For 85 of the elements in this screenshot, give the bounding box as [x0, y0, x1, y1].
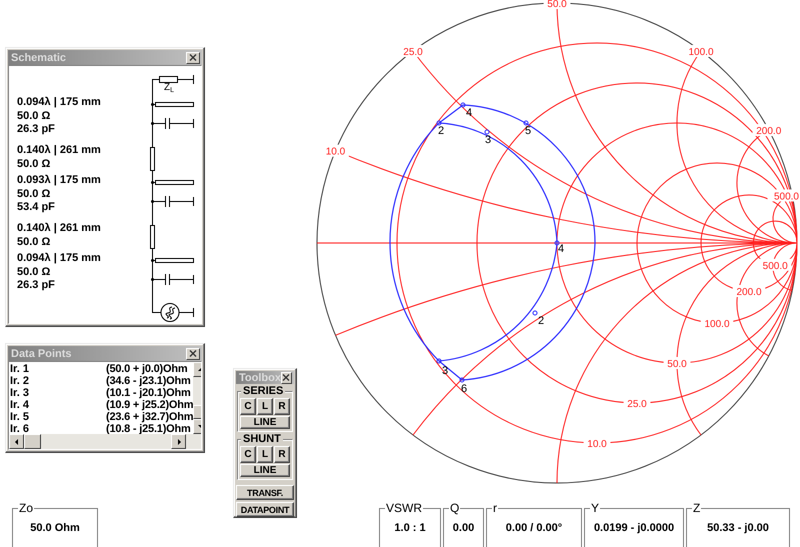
close-icon: [189, 54, 197, 61]
resistance-label: 200.0: [732, 285, 766, 298]
horizontal-scrollbar[interactable]: [9, 434, 201, 449]
impedance-value: (10.1 - j20.1)Ohm: [106, 387, 191, 399]
data-point-marker: [524, 120, 528, 126]
component-button[interactable]: L: [257, 398, 273, 415]
impedance-value: (34.6 - j23.1)Ohm: [106, 375, 191, 387]
scroll-thumb[interactable]: [24, 434, 41, 449]
point-name: Ir. 3: [9, 387, 30, 399]
element-parameter: 0.140λ | 261 mm: [17, 222, 101, 236]
line-button[interactable]: LINE: [240, 464, 290, 477]
element-parameter: 0.140λ | 261 mm: [17, 144, 101, 158]
impedance-value: (23.6 + j32.7)Ohm: [106, 411, 194, 423]
group-label: SHUNT: [241, 433, 283, 445]
close-button[interactable]: [280, 372, 292, 384]
element-parameter: 0.093λ | 175 mm: [17, 174, 101, 188]
readout-value: 50.0 Ohm: [30, 522, 80, 536]
element-parameter: 50.0 Ω: [17, 188, 52, 201]
scroll-right-button[interactable]: [171, 434, 186, 449]
readout-label: VSWR: [385, 502, 423, 515]
data-point-marker: [532, 310, 538, 316]
action-button[interactable]: TRANSF.: [236, 485, 294, 500]
impedance-value: (10.8 - j25.1)Ohm: [106, 423, 191, 435]
readout-value: 0.00: [452, 522, 474, 536]
component-button[interactable]: C: [240, 398, 256, 415]
point-label: 5: [524, 125, 532, 137]
window-title: Toolbox: [239, 372, 281, 384]
point-name: Ir. 4: [9, 399, 30, 411]
action-button[interactable]: DATAPOINT: [236, 502, 294, 517]
close-icon: [189, 350, 197, 357]
point-name: Ir. 2: [9, 375, 30, 387]
line-button[interactable]: LINE: [240, 416, 290, 429]
data-point-marker: [484, 130, 490, 134]
resistance-label: 25.0: [624, 397, 650, 410]
point-label: 6: [460, 383, 468, 395]
element-parameter: 50.0 Ω: [17, 236, 52, 249]
resistance-label: 50.0: [664, 357, 690, 370]
data-point-marker: [460, 102, 466, 108]
readout-label: Q: [449, 502, 460, 515]
point-label: 2: [538, 315, 544, 327]
component-button[interactable]: L: [257, 446, 273, 463]
impedance-value: (50.0 + j0.0)Ohm: [106, 363, 188, 375]
load-label: Z$_{L}$: [164, 83, 174, 96]
reactance-label: 500.0: [768, 189, 800, 202]
readout-label: Z: [692, 502, 702, 515]
resistance-label: 10.0: [584, 437, 610, 450]
resistance-label: 500.0: [758, 258, 792, 272]
readout-value: 0.00 / 0.00°: [506, 522, 562, 536]
scroll-left-button[interactable]: [9, 434, 24, 449]
component-button[interactable]: R: [274, 398, 290, 415]
component-button[interactable]: C: [240, 446, 256, 463]
readout-value: 1.0 : 1: [394, 522, 426, 536]
data-point-marker: [554, 240, 560, 246]
component-button[interactable]: R: [274, 446, 290, 463]
data-point-marker: [460, 378, 464, 382]
element-parameter: 50.0 Ω: [17, 110, 52, 123]
window-title: Data Points: [11, 348, 72, 360]
arrow-left-icon: [12, 438, 20, 446]
data-point-marker: [436, 358, 442, 364]
reactance-label: 50.0: [544, 0, 570, 10]
data-point-marker: [436, 120, 442, 126]
point-label: 2: [438, 125, 444, 137]
element-parameter: 0.094λ | 175 mm: [17, 96, 101, 110]
element-parameter: 53.4 pF: [17, 201, 56, 214]
close-button[interactable]: [186, 52, 200, 64]
close-button[interactable]: [186, 348, 200, 360]
point-label: 3: [484, 134, 492, 146]
readout-label: Y: [590, 502, 600, 515]
point-name: Ir. 6: [9, 423, 30, 435]
element-parameter: 50.0 Ω: [17, 158, 52, 171]
point-name: Ir. 1: [9, 363, 30, 375]
readout-value: 0.0199 - j0.0000: [594, 522, 674, 536]
readout-label: Zo: [18, 502, 34, 515]
element-parameter: 26.3 pF: [17, 279, 56, 292]
point-name: Ir. 5: [9, 411, 30, 423]
close-icon: [282, 374, 290, 381]
element-parameter: 26.3 pF: [17, 123, 56, 136]
element-parameter: 0.094λ | 175 mm: [17, 252, 101, 266]
readout-value: 50.33 - j0.00: [707, 522, 769, 536]
group-label: SERIES: [241, 385, 286, 397]
element-parameter: 50.0 Ω: [17, 266, 52, 279]
window-title: Schematic: [11, 52, 66, 64]
resistance-label: 100.0: [700, 317, 734, 330]
impedance-value: (10.9 + j25.2)Ohm: [106, 399, 194, 411]
point-label: 4: [558, 243, 564, 255]
